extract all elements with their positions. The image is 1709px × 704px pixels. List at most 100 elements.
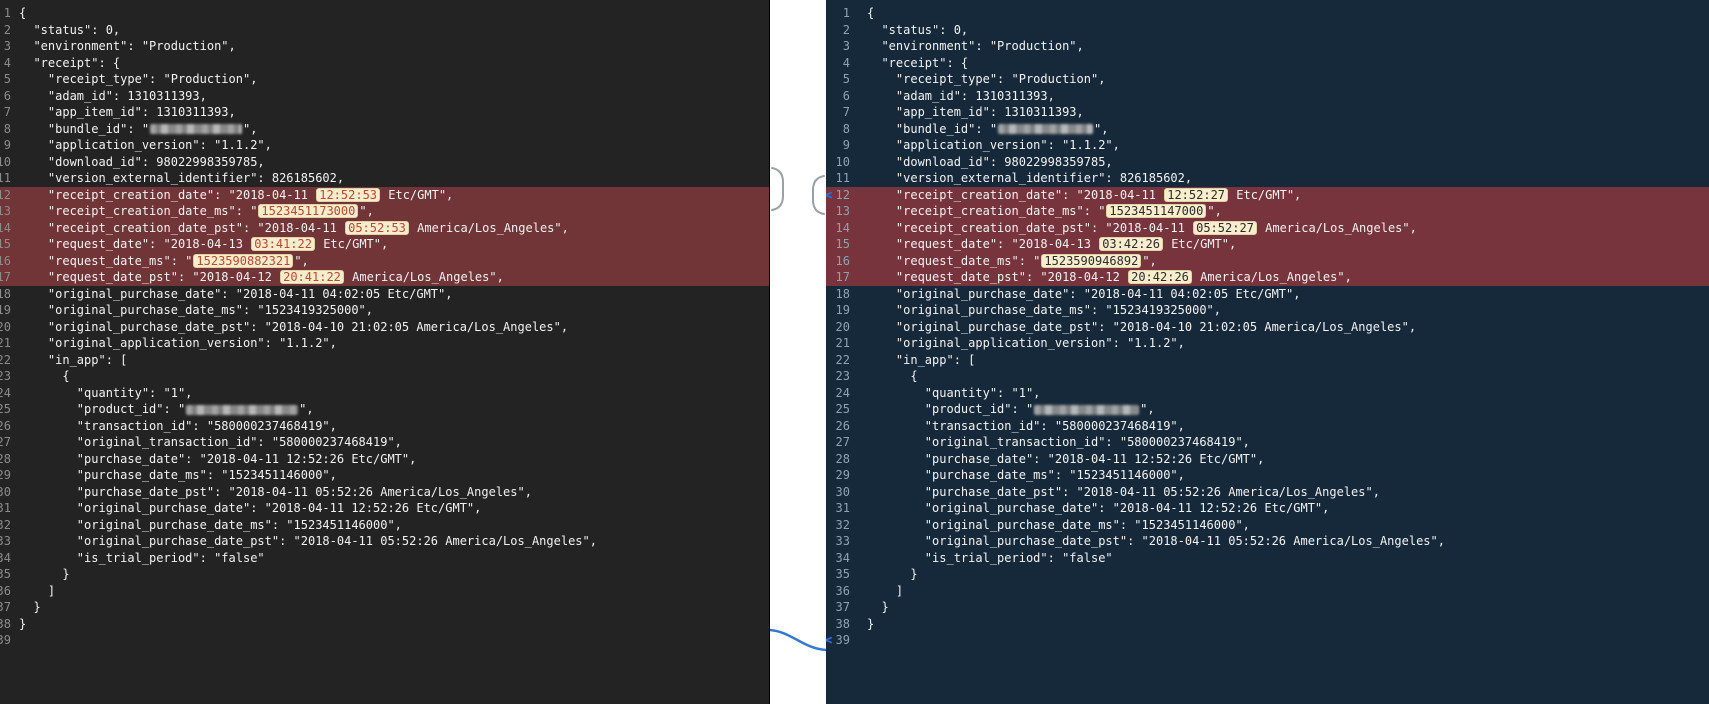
code-text: "is_trial_period": "false" <box>867 550 1113 565</box>
code-text: { <box>867 369 918 383</box>
code-line: 6 "adam_id": 1310311393, <box>826 88 1709 105</box>
code-line: 29 "purchase_date_ms": "1523451146000", <box>0 467 769 484</box>
code-line: 28 "purchase_date": "2018-04-11 12:52:26… <box>826 451 1709 468</box>
code-line-changed: 17 "request_date_pst": "2018-04-12 20:42… <box>826 269 1709 286</box>
line-number: 4 <box>3 55 11 70</box>
line-number: 25 <box>835 402 850 416</box>
line-number: 2 <box>3 22 11 37</box>
line-number: 22 <box>835 352 850 367</box>
code-text: ] <box>19 583 56 598</box>
code-line: 8 "bundle_id": " ", <box>826 121 1709 138</box>
code-line: 23 { <box>826 368 1709 385</box>
code-line-changed: 15 "request_date": "2018-04-13 03:41:22 … <box>0 236 769 253</box>
line-number: 8 <box>3 121 11 136</box>
changed-token: 12:52:53 <box>316 187 381 202</box>
line-number: 1 <box>3 6 11 20</box>
code-text: "is_trial_period": "false" <box>19 550 265 565</box>
diff-connector-strip <box>770 0 826 704</box>
code-line: 39 <box>0 632 769 649</box>
code-line: 19 "original_purchase_date_ms": "1523419… <box>0 302 769 319</box>
code-text: "request_date_ms": " 1523590882321 ", <box>19 253 309 268</box>
code-text: "original_purchase_date_pst": "2018-04-1… <box>867 319 1417 334</box>
code-text: "original_purchase_date_ms": "1523419325… <box>867 303 1222 317</box>
code-text: "quantity": "1", <box>19 385 193 400</box>
changed-token: 1523451147000 <box>1106 204 1207 218</box>
code-text: "original_application_version": "1.1.2", <box>19 336 337 350</box>
line-number: 31 <box>835 501 850 515</box>
line-number: 16 <box>0 253 11 268</box>
code-line: 24 "quantity": "1", <box>826 385 1709 402</box>
connector-bracket-right <box>812 175 825 215</box>
connector-bracket-left <box>771 167 784 211</box>
code-text: "original_purchase_date": "2018-04-11 04… <box>19 286 453 301</box>
right-diff-panel[interactable]: 1{2 "status": 0, 3 "environment": "Produc… <box>826 0 1709 704</box>
line-number: 37 <box>835 600 850 614</box>
code-line: 34 "is_trial_period": "false" <box>826 550 1709 567</box>
line-number: 13 <box>0 204 11 218</box>
line-number: 1 <box>842 6 850 20</box>
code-text: "purchase_date_ms": "1523451146000", <box>19 468 337 482</box>
code-line-changed: 16 "request_date_ms": " 1523590946892 ", <box>826 252 1709 269</box>
code-text: { <box>19 369 70 383</box>
code-line: 11 "version_external_identifier": 826185… <box>0 170 769 187</box>
code-text: "transaction_id": "580000237468419", <box>19 418 337 433</box>
line-number: 39 <box>0 633 11 647</box>
code-text: "original_purchase_date": "2018-04-11 12… <box>19 501 482 515</box>
code-text: "status": 0, <box>867 22 969 37</box>
code-text: } <box>19 567 70 581</box>
redacted-value <box>186 404 299 415</box>
code-text: "app_item_id": 1310311393, <box>19 105 236 119</box>
code-text: "bundle_id": " ", <box>867 121 1109 136</box>
line-number: 27 <box>0 435 11 449</box>
code-text: "application_version": "1.1.2", <box>19 138 272 152</box>
code-text: "original_purchase_date_pst": "2018-04-1… <box>19 319 569 334</box>
code-line: 21 "original_application_version": "1.1.… <box>0 335 769 352</box>
code-line: 11 "version_external_identifier": 826185… <box>826 170 1709 187</box>
code-text: "product_id": " ", <box>867 402 1155 416</box>
code-line: 38} <box>826 616 1709 633</box>
code-text: "download_id": 98022998359785, <box>867 154 1113 169</box>
line-number: 26 <box>0 418 11 433</box>
code-text: "purchase_date": "2018-04-11 12:52:26 Et… <box>19 451 417 466</box>
line-number: 2 <box>842 22 850 37</box>
code-line: 30 "purchase_date_pst": "2018-04-11 05:5… <box>0 484 769 501</box>
code-text: "application_version": "1.1.2", <box>867 138 1120 152</box>
code-line: 19 "original_purchase_date_ms": "1523419… <box>826 302 1709 319</box>
code-line: 33 "original_purchase_date_pst": "2018-0… <box>826 533 1709 550</box>
code-text: "original_transaction_id": "580000237468… <box>19 435 402 449</box>
line-number: 19 <box>0 303 11 317</box>
diff-chevron-icon: < <box>826 187 833 202</box>
code-line: 35 } <box>826 566 1709 583</box>
code-line: 22 "in_app": [ <box>0 352 769 369</box>
code-line: 29 "purchase_date_ms": "1523451146000", <box>826 467 1709 484</box>
code-text: } <box>19 616 27 631</box>
code-text: "status": 0, <box>19 22 121 37</box>
code-line: 36 ] <box>826 583 1709 600</box>
line-number: 15 <box>835 237 850 251</box>
code-line: 9 "application_version": "1.1.2", <box>826 137 1709 154</box>
code-line: 10 "download_id": 98022998359785, <box>0 154 769 171</box>
line-number: 20 <box>0 319 11 334</box>
changed-token: 20:42:26 <box>1128 270 1192 284</box>
line-number: 6 <box>3 88 11 103</box>
code-text: "original_purchase_date_pst": "2018-04-1… <box>19 534 597 548</box>
code-line: 20 "original_purchase_date_pst": "2018-0… <box>826 319 1709 336</box>
code-line: 2 "status": 0, <box>826 22 1709 39</box>
line-number: 11 <box>0 171 11 185</box>
code-text: "receipt_creation_date_ms": " 15234511730… <box>19 204 374 218</box>
code-text: "purchase_date_pst": "2018-04-11 05:52:2… <box>867 484 1380 499</box>
line-number: 28 <box>0 451 11 466</box>
line-number: 29 <box>0 468 11 482</box>
line-number: 38 <box>835 616 850 631</box>
left-diff-panel[interactable]: 1{2 "status": 0, 3 "environment": "Produc… <box>0 0 770 704</box>
code-line: 5 "receipt_type": "Production", <box>826 71 1709 88</box>
code-text: "quantity": "1", <box>867 385 1041 400</box>
line-number: 22 <box>0 352 11 367</box>
line-number: 13 <box>835 204 850 218</box>
code-line: 30 "purchase_date_pst": "2018-04-11 05:5… <box>826 484 1709 501</box>
line-number: 3 <box>842 39 850 53</box>
line-number: 23 <box>0 369 11 383</box>
line-number: 35 <box>835 567 850 581</box>
code-line: 34 "is_trial_period": "false" <box>0 550 769 567</box>
